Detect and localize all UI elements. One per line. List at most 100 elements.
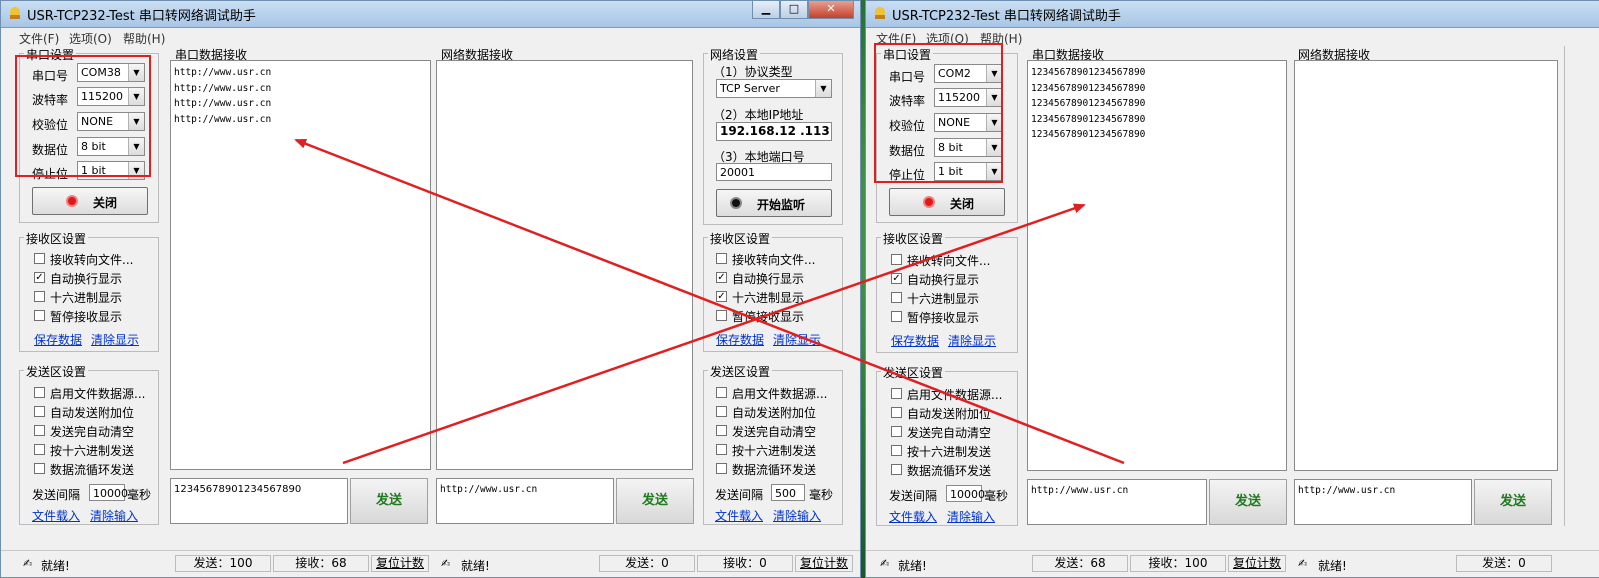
reset-count-button[interactable]: 复位计数	[1228, 555, 1286, 572]
status-bar: ✍ 就绪! 发送：68 接收：100 复位计数 ✍ 就绪! 发送：0	[866, 550, 1599, 577]
load-file-link[interactable]: 文件载入	[889, 508, 937, 525]
net-send-input[interactable]: http://www.usr.cn	[436, 478, 614, 524]
serial-send-input[interactable]: http://www.usr.cn	[1027, 479, 1207, 525]
menu-help[interactable]: 帮助(H)	[980, 30, 1022, 47]
serial-send-button[interactable]: 发送	[1209, 479, 1287, 525]
interval-input[interactable]: 10000	[89, 484, 128, 501]
net-send-button[interactable]: 发送	[1474, 479, 1552, 525]
loop-send-checkbox[interactable]	[891, 464, 902, 475]
close-port-button[interactable]: 关闭	[889, 188, 1005, 216]
checkbox-label: 发送完自动清空	[50, 425, 135, 439]
serial-recv-area[interactable]: 12345678901234567890 12345678901234567890…	[1027, 60, 1287, 471]
hex-send-checkbox[interactable]	[891, 445, 902, 456]
close-port-button[interactable]: 关闭	[32, 187, 148, 215]
net-interval-input[interactable]: 500	[771, 484, 805, 501]
load-file-link[interactable]: 文件载入	[32, 507, 80, 524]
close-button[interactable]: ✕	[808, 1, 854, 19]
pause-display-checkbox[interactable]	[34, 310, 45, 321]
protocol-select[interactable]: TCP Server ▼	[716, 79, 832, 98]
net-send-count: 发送：0	[1456, 555, 1552, 572]
net-loop-send-checkbox[interactable]	[716, 463, 727, 474]
net-auto-clear-checkbox[interactable]	[716, 425, 727, 436]
save-data-link[interactable]: 保存数据	[891, 332, 939, 349]
stopbits-select[interactable]: 1 bit ▼	[934, 162, 1003, 181]
recv-to-file-checkbox[interactable]	[34, 253, 45, 264]
clear-display-link[interactable]: 清除显示	[91, 331, 139, 348]
maximize-button[interactable]: □	[780, 1, 808, 19]
recv-to-file-checkbox[interactable]	[891, 254, 902, 265]
start-listen-button[interactable]: 开始监听	[716, 189, 832, 217]
title-bar[interactable]: USR-TCP232-Test 串口转网络调试助手 ▁ □ ✕	[1, 1, 860, 28]
net-hex-display-checkbox[interactable]: ✓	[716, 291, 727, 302]
databits-select[interactable]: 8 bit ▼	[934, 138, 1003, 157]
auto-append-checkbox[interactable]	[891, 407, 902, 418]
pause-display-checkbox[interactable]	[891, 311, 902, 322]
net-send-button[interactable]: 发送	[616, 478, 694, 524]
hex-display-checkbox[interactable]	[891, 292, 902, 303]
net-recv-area[interactable]	[436, 60, 693, 470]
baud-select[interactable]: 115200 ▼	[77, 87, 145, 106]
net-recv-area[interactable]	[1294, 60, 1558, 471]
clear-display-link[interactable]: 清除显示	[948, 332, 996, 349]
file-source-checkbox[interactable]	[891, 388, 902, 399]
menu-file[interactable]: 文件(F)	[19, 30, 59, 47]
net-reset-count-button[interactable]: 复位计数	[795, 555, 853, 572]
net-pause-display-checkbox[interactable]	[716, 310, 727, 321]
net-save-data-link[interactable]: 保存数据	[716, 331, 764, 348]
serial-recv-area[interactable]: http://www.usr.cn http://www.usr.cn http:/…	[170, 60, 431, 470]
serial-send-count: 发送：100	[175, 555, 271, 572]
net-hex-send-checkbox[interactable]	[716, 444, 727, 455]
net-load-file-link[interactable]: 文件载入	[715, 507, 763, 524]
ready-icon: ✍	[1298, 557, 1308, 570]
serial-send-button[interactable]: 发送	[350, 478, 428, 524]
ip-input[interactable]: 192.168.12 .113	[716, 122, 832, 141]
chevron-down-icon: ▼	[128, 138, 144, 155]
net-clear-display-link[interactable]: 清除显示	[773, 331, 821, 348]
menu-options[interactable]: 选项(O)	[69, 30, 112, 47]
hex-display-checkbox[interactable]	[34, 291, 45, 302]
port-label: 串口号	[32, 69, 69, 83]
auto-wrap-checkbox[interactable]: ✓	[34, 272, 45, 283]
stopbits-select[interactable]: 1 bit ▼	[77, 161, 145, 180]
net-send-input[interactable]: http://www.usr.cn	[1294, 479, 1472, 525]
auto-clear-checkbox[interactable]	[34, 425, 45, 436]
databits-select[interactable]: 8 bit ▼	[77, 137, 145, 156]
clear-input-link[interactable]: 清除输入	[90, 507, 138, 524]
file-source-checkbox[interactable]	[34, 387, 45, 398]
baud-select[interactable]: 115200 ▼	[934, 88, 1003, 107]
minimize-button[interactable]: ▁	[752, 1, 780, 19]
parity-select[interactable]: NONE ▼	[934, 113, 1003, 132]
auto-wrap-checkbox[interactable]: ✓	[891, 273, 902, 284]
group-title: 接收区设置	[881, 230, 946, 247]
local-port-input[interactable]: 20001	[716, 163, 832, 181]
port-select[interactable]: COM2 ▼	[934, 64, 1003, 83]
stopbits-label: 停止位	[32, 167, 69, 181]
title-bar[interactable]: USR-TCP232-Test 串口转网络调试助手	[866, 1, 1599, 28]
port-label: 串口号	[889, 70, 926, 84]
close-port-label: 关闭	[950, 197, 975, 211]
net-auto-append-checkbox[interactable]	[716, 406, 727, 417]
chevron-down-icon: ▼	[128, 113, 144, 130]
loop-send-checkbox[interactable]	[34, 463, 45, 474]
menu-bar: 文件(F) 选项(O) 帮助(H)	[866, 28, 1599, 46]
menu-options[interactable]: 选项(O)	[926, 30, 969, 47]
port-select[interactable]: COM38 ▼	[77, 63, 145, 82]
parity-label: 校验位	[32, 118, 69, 132]
net-clear-input-link[interactable]: 清除输入	[773, 507, 821, 524]
hex-send-checkbox[interactable]	[34, 444, 45, 455]
net-send-text: http://www.usr.cn	[440, 484, 538, 495]
checkbox-label: 十六进制显示	[50, 291, 123, 305]
clear-input-link[interactable]: 清除输入	[947, 508, 995, 525]
menu-file[interactable]: 文件(F)	[876, 30, 916, 47]
save-data-link[interactable]: 保存数据	[34, 331, 82, 348]
net-file-source-checkbox[interactable]	[716, 387, 727, 398]
reset-count-button[interactable]: 复位计数	[371, 555, 429, 572]
auto-append-checkbox[interactable]	[34, 406, 45, 417]
auto-clear-checkbox[interactable]	[891, 426, 902, 437]
parity-select[interactable]: NONE ▼	[77, 112, 145, 131]
menu-help[interactable]: 帮助(H)	[123, 30, 165, 47]
serial-send-input[interactable]: 12345678901234567890	[170, 478, 348, 524]
interval-input[interactable]: 10000	[946, 485, 985, 502]
net-recv-to-file-checkbox[interactable]	[716, 253, 727, 264]
net-auto-wrap-checkbox[interactable]: ✓	[716, 272, 727, 283]
